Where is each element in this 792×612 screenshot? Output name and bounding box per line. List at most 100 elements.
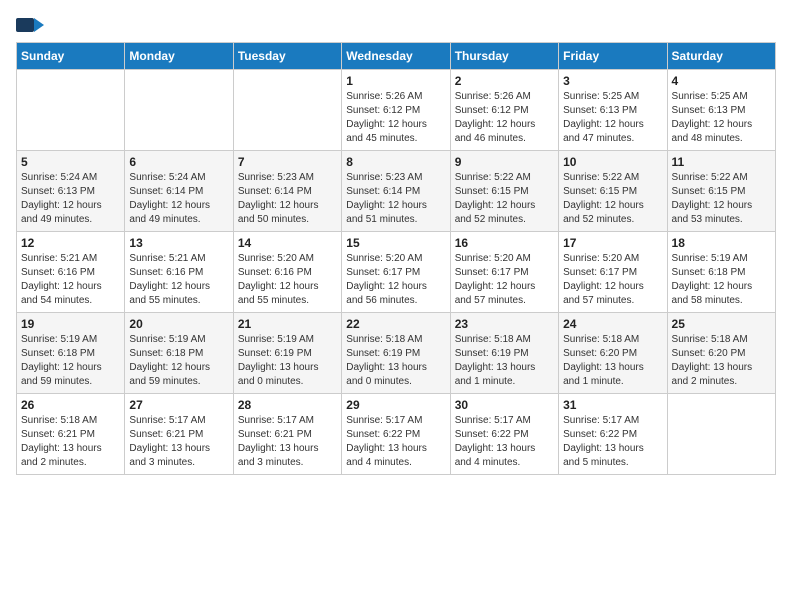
day-number: 5 — [21, 155, 120, 169]
day-info: Sunrise: 5:22 AM Sunset: 6:15 PM Dayligh… — [455, 171, 554, 227]
calendar-cell: 10 Sunrise: 5:22 AM Sunset: 6:15 PM Dayli… — [559, 151, 667, 232]
weekday-header-friday: Friday — [559, 43, 667, 70]
calendar-cell — [17, 70, 125, 151]
day-number: 30 — [455, 398, 554, 412]
calendar-cell: 12 Sunrise: 5:21 AM Sunset: 6:16 PM Dayli… — [17, 232, 125, 313]
calendar-cell: 23 Sunrise: 5:18 AM Sunset: 6:19 PM Dayli… — [450, 313, 558, 394]
calendar-cell: 26Sunrise: 5:18 AM Sunset: 6:21 PM Dayli… — [17, 394, 125, 475]
day-number: 28 — [238, 398, 337, 412]
calendar-cell: 22 Sunrise: 5:18 AM Sunset: 6:19 PM Dayli… — [342, 313, 450, 394]
day-info: Sunrise: 5:25 AM Sunset: 6:13 PM Dayligh… — [563, 90, 662, 146]
calendar-cell: 4 Sunrise: 5:25 AM Sunset: 6:13 PM Daylig… — [667, 70, 775, 151]
day-info: Sunrise: 5:18 AM Sunset: 6:20 PM Dayligh… — [563, 333, 662, 389]
calendar-cell: 7Sunrise: 5:23 AM Sunset: 6:14 PM Daylig… — [233, 151, 341, 232]
day-number: 12 — [21, 236, 120, 250]
day-info: Sunrise: 5:22 AM Sunset: 6:15 PM Dayligh… — [563, 171, 662, 227]
day-info: Sunrise: 5:18 AM Sunset: 6:19 PM Dayligh… — [346, 333, 445, 389]
day-info: Sunrise: 5:18 AM Sunset: 6:20 PM Dayligh… — [672, 333, 771, 389]
day-info: Sunrise: 5:17 AM Sunset: 6:22 PM Dayligh… — [563, 414, 662, 470]
calendar-cell: 27 Sunrise: 5:17 AM Sunset: 6:21 PM Dayli… — [125, 394, 233, 475]
weekday-header-tuesday: Tuesday — [233, 43, 341, 70]
day-number: 1 — [346, 74, 445, 88]
day-info: Sunrise: 5:20 AM Sunset: 6:17 PM Dayligh… — [563, 252, 662, 308]
day-info: Sunrise: 5:17 AM Sunset: 6:22 PM Dayligh… — [346, 414, 445, 470]
day-number: 19 — [21, 317, 120, 331]
logo — [16, 16, 46, 38]
logo-icon — [16, 16, 44, 38]
day-number: 14 — [238, 236, 337, 250]
day-number: 27 — [129, 398, 228, 412]
day-info: Sunrise: 5:17 AM Sunset: 6:21 PM Dayligh… — [129, 414, 228, 470]
day-number: 25 — [672, 317, 771, 331]
calendar-cell: 21 Sunrise: 5:19 AM Sunset: 6:19 PM Dayli… — [233, 313, 341, 394]
day-number: 18 — [672, 236, 771, 250]
day-info: Sunrise: 5:26 AM Sunset: 6:12 PM Dayligh… — [346, 90, 445, 146]
calendar-week-1: 1 Sunrise: 5:26 AM Sunset: 6:12 PM Daylig… — [17, 70, 776, 151]
calendar-week-2: 5Sunrise: 5:24 AM Sunset: 6:13 PM Daylig… — [17, 151, 776, 232]
day-info: Sunrise: 5:19 AM Sunset: 6:19 PM Dayligh… — [238, 333, 337, 389]
calendar-cell: 30 Sunrise: 5:17 AM Sunset: 6:22 PM Dayli… — [450, 394, 558, 475]
calendar-cell: 11 Sunrise: 5:22 AM Sunset: 6:15 PM Dayli… — [667, 151, 775, 232]
calendar-cell: 16Sunrise: 5:20 AM Sunset: 6:17 PM Dayli… — [450, 232, 558, 313]
day-info: Sunrise: 5:17 AM Sunset: 6:21 PM Dayligh… — [238, 414, 337, 470]
day-info: Sunrise: 5:25 AM Sunset: 6:13 PM Dayligh… — [672, 90, 771, 146]
day-info: Sunrise: 5:18 AM Sunset: 6:19 PM Dayligh… — [455, 333, 554, 389]
calendar-cell: 25 Sunrise: 5:18 AM Sunset: 6:20 PM Dayli… — [667, 313, 775, 394]
calendar-cell: 9 Sunrise: 5:22 AM Sunset: 6:15 PM Daylig… — [450, 151, 558, 232]
calendar-cell: 2 Sunrise: 5:26 AM Sunset: 6:12 PM Daylig… — [450, 70, 558, 151]
day-number: 21 — [238, 317, 337, 331]
calendar-cell: 5Sunrise: 5:24 AM Sunset: 6:13 PM Daylig… — [17, 151, 125, 232]
day-info: Sunrise: 5:17 AM Sunset: 6:22 PM Dayligh… — [455, 414, 554, 470]
weekday-header-saturday: Saturday — [667, 43, 775, 70]
calendar-cell: 29 Sunrise: 5:17 AM Sunset: 6:22 PM Dayli… — [342, 394, 450, 475]
calendar-cell: 14 Sunrise: 5:20 AM Sunset: 6:16 PM Dayli… — [233, 232, 341, 313]
day-number: 2 — [455, 74, 554, 88]
day-info: Sunrise: 5:19 AM Sunset: 6:18 PM Dayligh… — [21, 333, 120, 389]
calendar-cell — [667, 394, 775, 475]
calendar-cell — [125, 70, 233, 151]
day-number: 31 — [563, 398, 662, 412]
day-info: Sunrise: 5:22 AM Sunset: 6:15 PM Dayligh… — [672, 171, 771, 227]
day-info: Sunrise: 5:18 AM Sunset: 6:21 PM Dayligh… — [21, 414, 120, 470]
calendar-cell: 6Sunrise: 5:24 AM Sunset: 6:14 PM Daylig… — [125, 151, 233, 232]
day-info: Sunrise: 5:20 AM Sunset: 6:17 PM Dayligh… — [346, 252, 445, 308]
day-number: 17 — [563, 236, 662, 250]
day-info: Sunrise: 5:19 AM Sunset: 6:18 PM Dayligh… — [129, 333, 228, 389]
day-number: 9 — [455, 155, 554, 169]
day-number: 11 — [672, 155, 771, 169]
day-number: 6 — [129, 155, 228, 169]
header — [16, 16, 776, 38]
calendar-cell: 20 Sunrise: 5:19 AM Sunset: 6:18 PM Dayli… — [125, 313, 233, 394]
day-number: 7 — [238, 155, 337, 169]
calendar-table: SundayMondayTuesdayWednesdayThursdayFrid… — [16, 42, 776, 475]
calendar-cell: 15 Sunrise: 5:20 AM Sunset: 6:17 PM Dayli… — [342, 232, 450, 313]
day-info: Sunrise: 5:20 AM Sunset: 6:16 PM Dayligh… — [238, 252, 337, 308]
day-number: 29 — [346, 398, 445, 412]
day-info: Sunrise: 5:23 AM Sunset: 6:14 PM Dayligh… — [346, 171, 445, 227]
day-number: 23 — [455, 317, 554, 331]
weekday-header-thursday: Thursday — [450, 43, 558, 70]
calendar-week-3: 12 Sunrise: 5:21 AM Sunset: 6:16 PM Dayli… — [17, 232, 776, 313]
calendar-cell: 31 Sunrise: 5:17 AM Sunset: 6:22 PM Dayli… — [559, 394, 667, 475]
day-number: 10 — [563, 155, 662, 169]
day-number: 20 — [129, 317, 228, 331]
day-number: 13 — [129, 236, 228, 250]
day-info: Sunrise: 5:21 AM Sunset: 6:16 PM Dayligh… — [129, 252, 228, 308]
day-info: Sunrise: 5:26 AM Sunset: 6:12 PM Dayligh… — [455, 90, 554, 146]
weekday-header-wednesday: Wednesday — [342, 43, 450, 70]
day-number: 8 — [346, 155, 445, 169]
day-info: Sunrise: 5:20 AM Sunset: 6:17 PM Dayligh… — [455, 252, 554, 308]
weekday-header-sunday: Sunday — [17, 43, 125, 70]
day-info: Sunrise: 5:21 AM Sunset: 6:16 PM Dayligh… — [21, 252, 120, 308]
calendar-week-5: 26Sunrise: 5:18 AM Sunset: 6:21 PM Dayli… — [17, 394, 776, 475]
calendar-week-4: 19 Sunrise: 5:19 AM Sunset: 6:18 PM Dayli… — [17, 313, 776, 394]
calendar-cell: 18Sunrise: 5:19 AM Sunset: 6:18 PM Dayli… — [667, 232, 775, 313]
day-number: 15 — [346, 236, 445, 250]
calendar-cell: 1 Sunrise: 5:26 AM Sunset: 6:12 PM Daylig… — [342, 70, 450, 151]
day-number: 22 — [346, 317, 445, 331]
day-number: 24 — [563, 317, 662, 331]
calendar-cell: 8 Sunrise: 5:23 AM Sunset: 6:14 PM Daylig… — [342, 151, 450, 232]
calendar-cell: 3 Sunrise: 5:25 AM Sunset: 6:13 PM Daylig… — [559, 70, 667, 151]
day-number: 4 — [672, 74, 771, 88]
day-number: 3 — [563, 74, 662, 88]
